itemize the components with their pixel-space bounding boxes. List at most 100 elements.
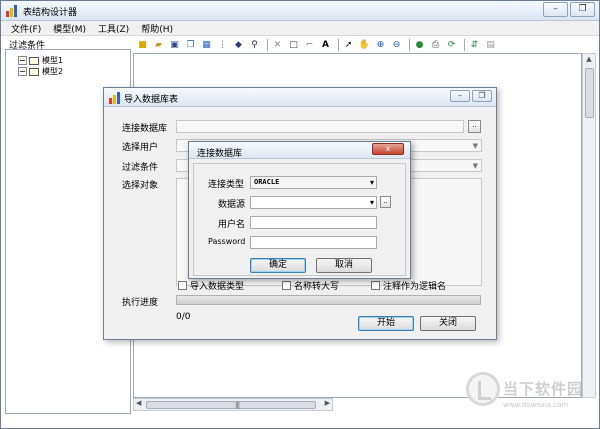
connect-dialog-close-button[interactable]: x — [372, 143, 404, 155]
connect-db-browse-button[interactable]: .. — [468, 120, 481, 133]
database-icon[interactable]: ◆ — [232, 39, 245, 52]
window-title: 表结构设计器 — [23, 8, 78, 18]
toolbar-separator — [338, 39, 339, 51]
hand-icon[interactable]: ✋ — [358, 39, 371, 52]
tree-node-label: 模型2 — [42, 67, 64, 76]
connect-dialog-body: 连接类型 ORACLE ▾ 数据源 ▾ .. 用户名 Password 确定 取… — [193, 163, 406, 276]
connector-icon[interactable]: ⌐ — [303, 39, 316, 52]
menu-bar: 文件(F) 模型(M) 工具(Z) 帮助(H) — [1, 21, 599, 36]
text-icon[interactable]: A — [319, 39, 332, 52]
new-file-icon[interactable]: ■ — [136, 39, 149, 52]
scroll-thumb[interactable]: ||| — [146, 401, 316, 409]
menu-help[interactable]: 帮助(H) — [141, 22, 173, 35]
data-source-browse-button[interactable]: .. — [380, 196, 391, 208]
progress-label: 执行进度 — [122, 298, 159, 308]
table-icon[interactable]: ▦ — [200, 39, 213, 52]
import-datatype-checkbox[interactable]: 导入数据类型 — [178, 279, 244, 292]
filter-condition-label: 过滤条件 — [122, 163, 159, 173]
restore-button[interactable]: ❐ — [472, 90, 492, 102]
connect-dialog-title-bar: 连接数据库 x — [189, 142, 410, 159]
cancel-button[interactable]: 取消 — [316, 258, 372, 273]
grip-icon: ||| — [235, 401, 240, 409]
collapse-icon[interactable] — [18, 67, 27, 76]
password-input[interactable] — [250, 236, 377, 249]
menu-file[interactable]: 文件(F) — [11, 22, 41, 35]
window-controls: – ❐ — [541, 2, 595, 17]
restore-icon: ❐ — [478, 91, 486, 100]
checkbox-icon[interactable] — [282, 281, 291, 290]
menu-model[interactable]: 模型(M) — [53, 22, 86, 35]
box-icon[interactable]: □ — [287, 39, 300, 52]
start-button[interactable]: 开始 — [358, 316, 414, 331]
comment-as-logical-name-checkbox[interactable]: 注释作为逻辑名 — [371, 279, 446, 292]
scroll-left-icon[interactable]: ◀ — [136, 399, 141, 407]
app-icon — [6, 5, 18, 17]
scroll-thumb[interactable] — [585, 68, 594, 118]
toolbar-separator — [409, 39, 410, 51]
chevron-down-icon: ▾ — [369, 178, 374, 187]
connect-dialog-title: 连接数据库 — [197, 149, 243, 159]
zoom-out-icon[interactable]: ⊖ — [390, 39, 403, 52]
tree-node-model1[interactable]: 模型1 — [18, 55, 63, 66]
import-icon[interactable]: ⇵ — [468, 39, 481, 52]
app-icon — [109, 92, 121, 104]
scroll-right-icon[interactable]: ▶ — [325, 399, 330, 407]
model-icon — [29, 67, 39, 76]
connection-type-label: 连接类型 — [208, 180, 245, 190]
close-button[interactable]: 关闭 — [420, 316, 476, 331]
checkbox-label: 名称转大写 — [294, 282, 340, 292]
close-icon: x — [385, 144, 391, 153]
delete-icon[interactable]: ✕ — [271, 39, 284, 52]
pointer-icon[interactable]: ➚ — [342, 39, 355, 52]
data-source-select[interactable]: ▾ — [250, 196, 377, 209]
connection-type-select[interactable]: ORACLE ▾ — [250, 176, 377, 189]
connect-db-label: 连接数据库 — [122, 124, 168, 134]
select-objects-label: 选择对象 — [122, 181, 159, 191]
export-icon[interactable]: ▤ — [484, 39, 497, 52]
toolbar-separator — [267, 39, 268, 51]
vertical-scrollbar[interactable]: ▲ — [582, 53, 596, 398]
toolbar: ■ ▰ ▣ ❐ ▦ ⋮ ◆ ⚲ ✕ □ ⌐ A ➚ ✋ ⊕ ⊖ ● ⎙ ⟳ ⇵ … — [133, 37, 597, 53]
minimize-icon: – — [553, 4, 558, 14]
watermark-logo-icon — [466, 372, 500, 406]
find-icon[interactable]: ⚲ — [248, 39, 261, 52]
import-dialog-title-bar: 导入数据库表 – ❐ — [104, 88, 496, 107]
username-label: 用户名 — [218, 220, 246, 230]
connect-db-field[interactable] — [176, 120, 464, 133]
minimize-icon: – — [458, 91, 462, 100]
restore-icon: ❐ — [578, 4, 587, 14]
eye-icon[interactable]: ● — [413, 39, 426, 52]
chevron-down-icon: ▼ — [472, 142, 478, 150]
select-user-label: 选择用户 — [122, 143, 159, 153]
minimize-button[interactable]: – — [450, 90, 470, 102]
dialog-controls: – ❐ — [448, 90, 492, 102]
collapse-icon[interactable] — [18, 56, 27, 65]
minimize-button[interactable]: – — [543, 2, 568, 17]
tree-view-icon[interactable]: ⋮ — [216, 39, 229, 52]
checkbox-icon[interactable] — [178, 281, 187, 290]
chevron-down-icon: ▼ — [472, 162, 478, 170]
checkbox-label: 导入数据类型 — [190, 282, 245, 292]
scroll-up-icon[interactable]: ▲ — [583, 55, 595, 63]
password-label: Password — [208, 237, 246, 246]
progress-bar — [176, 295, 481, 305]
uppercase-checkbox[interactable]: 名称转大写 — [282, 279, 339, 292]
connection-type-value: ORACLE — [254, 178, 280, 186]
open-folder-icon[interactable]: ▰ — [152, 39, 165, 52]
checkbox-icon[interactable] — [371, 281, 380, 290]
copy-icon[interactable]: ❐ — [184, 39, 197, 52]
tree-node-model2[interactable]: 模型2 — [18, 66, 63, 77]
username-input[interactable] — [250, 216, 377, 229]
checkbox-label: 注释作为逻辑名 — [383, 282, 447, 292]
menu-tools[interactable]: 工具(Z) — [98, 22, 129, 35]
connect-dialog: 连接数据库 x 连接类型 ORACLE ▾ 数据源 ▾ .. 用户名 Passw… — [188, 141, 411, 279]
progress-text: 0/0 — [176, 312, 191, 322]
save-icon[interactable]: ▣ — [168, 39, 181, 52]
print-icon[interactable]: ⎙ — [429, 39, 442, 52]
zoom-in-icon[interactable]: ⊕ — [374, 39, 387, 52]
restore-button[interactable]: ❐ — [570, 2, 595, 17]
horizontal-scrollbar[interactable]: ◀ ||| ▶ — [133, 398, 333, 411]
ok-button[interactable]: 确定 — [250, 258, 306, 273]
data-source-label: 数据源 — [218, 200, 246, 210]
refresh-icon[interactable]: ⟳ — [445, 39, 458, 52]
